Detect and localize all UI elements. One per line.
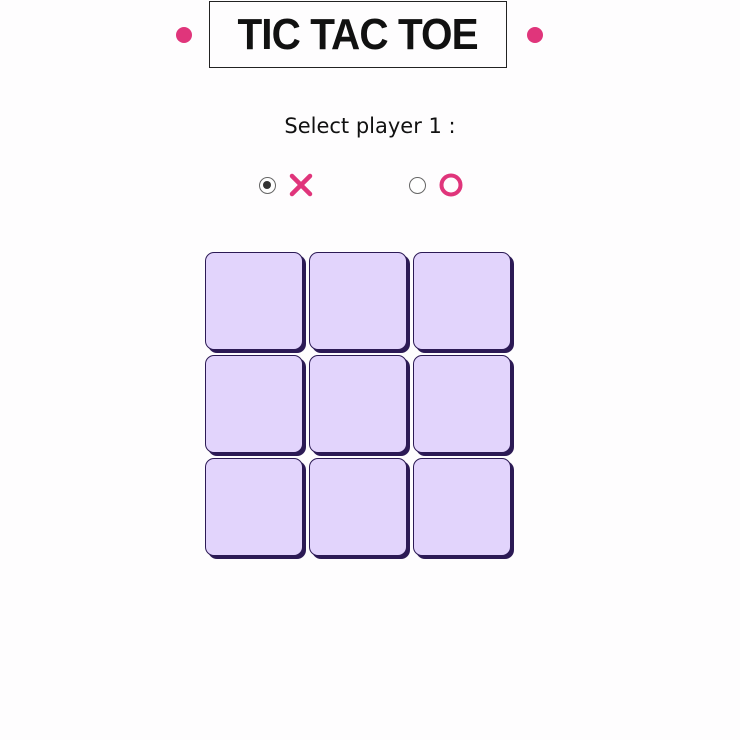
title-box: TIC TAC TOE: [209, 1, 507, 68]
board-cell[interactable]: [309, 355, 407, 453]
board-cell[interactable]: [205, 458, 303, 556]
player-option-o[interactable]: [409, 172, 464, 198]
board-cell[interactable]: [413, 252, 511, 350]
radio-o[interactable]: [409, 176, 426, 194]
board-cell[interactable]: [413, 355, 511, 453]
board-cell[interactable]: [309, 252, 407, 350]
decorative-dot-right: [527, 27, 543, 43]
o-icon[interactable]: [438, 172, 464, 198]
player-select-prompt: Select player 1 :: [284, 114, 456, 138]
x-icon[interactable]: [288, 172, 314, 198]
decorative-dot-left: [176, 27, 192, 43]
board-cell[interactable]: [413, 458, 511, 556]
radio-x[interactable]: [259, 176, 276, 194]
player-option-x[interactable]: [259, 172, 314, 198]
page-title: TIC TAC TOE: [237, 9, 479, 59]
board-cell[interactable]: [309, 458, 407, 556]
board-cell[interactable]: [205, 252, 303, 350]
game-board: [205, 252, 517, 560]
board-cell[interactable]: [205, 355, 303, 453]
